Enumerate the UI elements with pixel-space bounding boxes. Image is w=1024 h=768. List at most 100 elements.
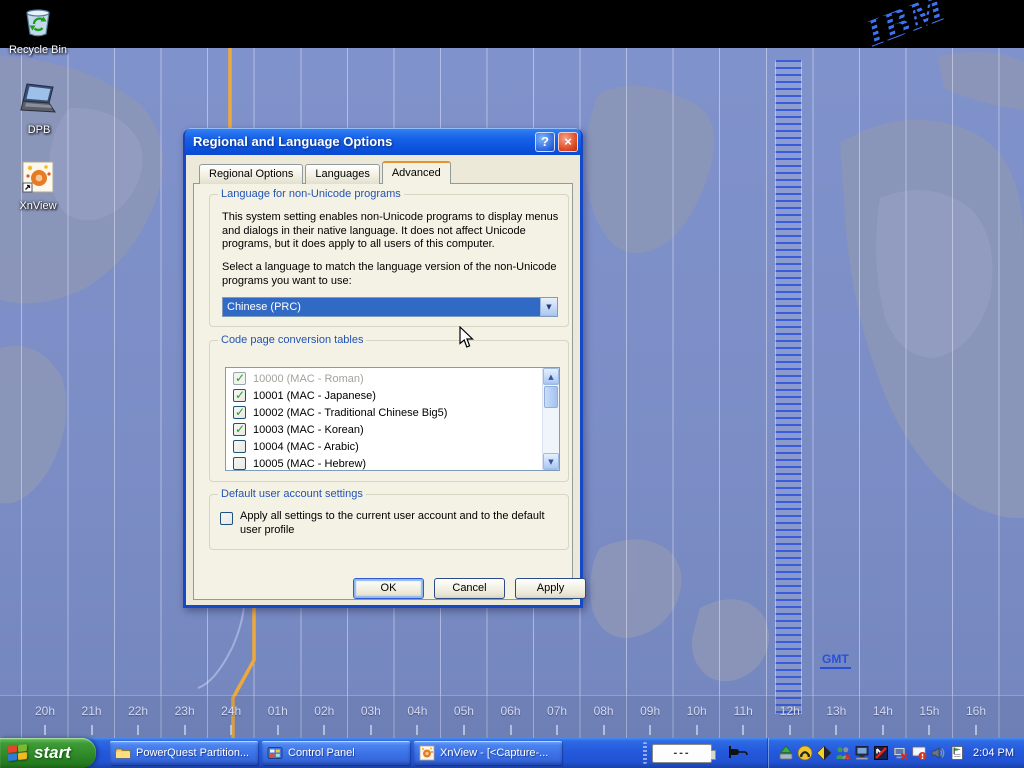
code-page-label: 10001 (MAC - Japanese) — [253, 390, 376, 402]
vertical-scrollbar[interactable]: ▲ ▼ — [542, 368, 559, 470]
system-tray: 2:04 PM — [768, 738, 1024, 768]
checkbox-icon[interactable] — [233, 372, 246, 385]
language-combobox[interactable]: Chinese (PRC) — [222, 297, 558, 317]
removable-device-icon[interactable] — [777, 745, 794, 762]
timezone-band: 20h 21h 22h 23h 24h 01h 02h 03h 04h 05h … — [0, 695, 1024, 738]
checkbox-icon[interactable] — [233, 440, 246, 453]
code-page-row[interactable]: 10000 (MAC - Roman) — [226, 370, 542, 387]
help-button[interactable]: ? — [535, 132, 555, 152]
code-page-row[interactable]: 10004 (MAC - Arabic) — [226, 438, 542, 455]
checkbox-label-line: user profile — [240, 524, 545, 538]
start-button[interactable]: start — [0, 738, 96, 768]
checkbox-icon[interactable] — [233, 389, 246, 402]
desktop-icon-label: Recycle Bin — [0, 44, 76, 56]
checkbox-icon[interactable] — [233, 423, 246, 436]
dialer-icon[interactable] — [796, 745, 813, 762]
taskbar-clock: 2:04 PM — [973, 747, 1014, 759]
code-page-listbox: 10000 (MAC - Roman) 10001 (MAC - Japanes… — [225, 367, 560, 471]
group-default-user-settings: Default user account settings Apply all … — [209, 494, 569, 550]
scrollbar-thumb[interactable] — [544, 386, 558, 408]
description-line: This system setting enables non-Unicode … — [222, 211, 558, 225]
code-page-rows: 10000 (MAC - Roman) 10001 (MAC - Japanes… — [226, 368, 542, 470]
description-line: and dialogs in their native language. It… — [222, 225, 558, 239]
timezone-label: 11h — [723, 704, 763, 718]
checkbox-icon[interactable] — [233, 406, 246, 419]
code-page-label: 10005 (MAC - Hebrew) — [253, 458, 366, 470]
instruction-line: programs you want to use: — [222, 275, 557, 289]
tab-strip: Regional Options Languages Advanced — [199, 164, 573, 184]
dialog-body: Regional Options Languages Advanced Lang… — [183, 155, 583, 608]
apply-all-settings-checkbox-row[interactable]: Apply all settings to the current user a… — [220, 510, 545, 537]
offline-users-icon[interactable] — [834, 745, 851, 762]
checkbox-icon[interactable] — [220, 512, 233, 525]
scrollbar-track[interactable] — [543, 409, 559, 453]
regional-language-options-dialog: Regional and Language Options ? × Region… — [183, 128, 583, 608]
desktop-icon-label: XnView — [0, 200, 76, 212]
xnview-icon — [419, 745, 435, 761]
taskbar-button-control-panel[interactable]: Control Panel — [262, 741, 410, 765]
folder-icon — [115, 745, 131, 761]
scroll-up-icon[interactable]: ▲ — [543, 368, 559, 385]
wallpaper-top-band: IBM — [0, 0, 1024, 48]
ok-button[interactable]: OK — [353, 578, 424, 599]
timezone-label: 02h — [304, 704, 344, 718]
desktop-icon-recycle-bin[interactable]: Recycle Bin — [0, 4, 76, 56]
desktop-icon-xnview[interactable]: XnView — [0, 160, 76, 212]
network-computer-icon[interactable] — [853, 745, 870, 762]
code-page-label: 10003 (MAC - Korean) — [253, 424, 364, 436]
timezone-label: 14h — [863, 704, 903, 718]
timezone-label: 09h — [630, 704, 670, 718]
close-button[interactable]: × — [558, 132, 578, 152]
timezone-label: 13h — [816, 704, 856, 718]
desktop: IBM GMT 20h — [0, 0, 1024, 768]
select-language-instruction: Select a language to match the language … — [222, 261, 557, 288]
group-label: Code page conversion tables — [218, 334, 366, 346]
battery-status-text: --- — [674, 747, 691, 759]
antivirus-disabled-icon[interactable] — [872, 745, 889, 762]
desktop-icon-dpb[interactable]: DPB — [1, 82, 77, 136]
control-panel-icon — [267, 745, 283, 761]
defrag-icon[interactable] — [815, 745, 832, 762]
taskbar-button-powerquest[interactable]: PowerQuest Partition... — [110, 741, 258, 765]
code-page-row[interactable]: 10001 (MAC - Japanese) — [226, 387, 542, 404]
chevron-down-icon[interactable] — [540, 298, 557, 316]
timezone-label: 07h — [537, 704, 577, 718]
timezone-label: 01h — [258, 704, 298, 718]
network-error-icon[interactable] — [891, 745, 908, 762]
code-page-row[interactable]: 10005 (MAC - Hebrew) — [226, 455, 542, 470]
recycle-bin-icon — [21, 4, 55, 41]
description-line: programs, but it does apply to all users… — [222, 238, 558, 252]
group-code-page-tables: Code page conversion tables 10000 (MAC -… — [209, 340, 569, 482]
cancel-button[interactable]: Cancel — [434, 578, 505, 599]
timezone-label: 10h — [677, 704, 717, 718]
mouse-cursor — [459, 326, 477, 353]
timezone-label: 16h — [956, 704, 996, 718]
xnview-icon — [21, 160, 55, 197]
code-page-row[interactable]: 10002 (MAC - Traditional Chinese Big5) — [226, 404, 542, 421]
timezone-label: 05h — [444, 704, 484, 718]
taskbar-button-xnview[interactable]: XnView - [<Capture-... — [414, 741, 562, 765]
timezone-label: 22h — [118, 704, 158, 718]
tab-regional-options[interactable]: Regional Options — [199, 164, 303, 184]
timezone-label: 15h — [909, 704, 949, 718]
checkbox-icon[interactable] — [233, 457, 246, 470]
apply-button[interactable]: Apply — [515, 578, 586, 599]
code-page-row[interactable]: 10003 (MAC - Korean) — [226, 421, 542, 438]
battery-meter[interactable]: --- — [652, 744, 712, 763]
toolbar-grip[interactable] — [643, 742, 647, 764]
combobox-selected-value: Chinese (PRC) — [223, 298, 540, 316]
code-page-label: 10002 (MAC - Traditional Chinese Big5) — [253, 407, 447, 419]
timezone-label: 21h — [72, 704, 112, 718]
taskbar-button-label: PowerQuest Partition... — [136, 747, 249, 759]
scroll-down-icon[interactable]: ▼ — [543, 453, 559, 470]
checkbox-label: Apply all settings to the current user a… — [240, 510, 545, 537]
tab-advanced[interactable]: Advanced — [382, 161, 451, 184]
scheduler-icon[interactable] — [948, 745, 965, 762]
dialog-titlebar[interactable]: Regional and Language Options ? × — [183, 128, 583, 155]
dialog-button-row: OK Cancel Apply — [194, 578, 572, 600]
power-plug-icon — [726, 743, 748, 764]
volume-icon[interactable] — [929, 745, 946, 762]
windows-flag-icon — [8, 743, 28, 762]
tab-languages[interactable]: Languages — [305, 164, 379, 184]
messenger-alert-icon[interactable] — [910, 745, 927, 762]
